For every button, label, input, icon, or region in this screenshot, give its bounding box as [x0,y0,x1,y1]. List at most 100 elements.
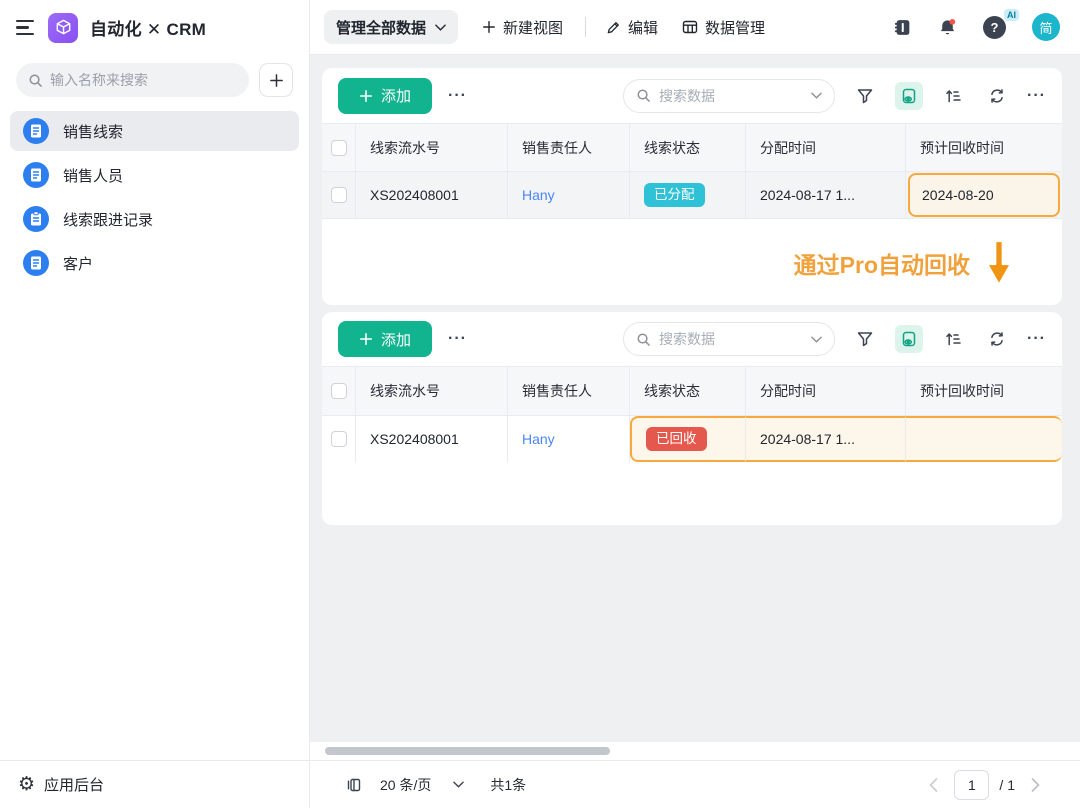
column-header[interactable]: 预计回收时间 [906,367,1062,415]
card-view-icon [901,331,917,347]
document-icon [23,250,49,276]
sidebar-item-customers[interactable]: 客户 [10,243,299,283]
column-header[interactable]: 线索流水号 [356,367,508,415]
row-checkbox[interactable] [331,431,347,447]
app-logo-icon [48,13,78,43]
table-search[interactable] [623,79,835,113]
more-toolbar-button[interactable]: ··· [1027,87,1046,105]
cell-serial[interactable]: XS202408001 [356,172,508,218]
highlighted-cell[interactable]: 2024-08-20 [908,173,1060,217]
column-header[interactable]: 分配时间 [746,367,906,415]
table-search-input[interactable] [659,331,803,347]
add-table-button[interactable] [259,63,293,97]
menu-icon[interactable] [16,20,36,35]
cell-assigned-time[interactable]: 2024-08-17 1... [746,172,906,218]
avatar[interactable]: 简 [1032,13,1060,41]
view-switcher-label: 管理全部数据 [336,17,426,38]
more-actions-button[interactable]: ··· [448,87,467,105]
filter-button[interactable] [851,325,879,353]
more-actions-button[interactable]: ··· [448,330,467,348]
cell-recycle-time[interactable] [906,416,1062,462]
sidebar-search[interactable] [16,63,249,97]
sort-button[interactable] [939,82,967,110]
add-record-button[interactable]: 添加 [338,78,432,114]
sidebar-item-label: 销售线索 [63,121,123,142]
main-area: 管理全部数据 新建视图 编辑 数据管理 [310,0,1080,808]
sidebar-search-input[interactable] [50,72,237,88]
column-header[interactable]: 线索状态 [630,124,746,171]
sidebar-nav: 销售线索 销售人员 线索跟进记录 客户 [0,111,309,287]
topbar: 管理全部数据 新建视图 编辑 数据管理 [310,0,1080,55]
help-icon[interactable]: ? AI [983,16,1006,39]
sidebar-item-lead-followups[interactable]: 线索跟进记录 [10,199,299,239]
app-title: 自动化 ✕ CRM [90,15,206,40]
column-header[interactable]: 分配时间 [746,124,906,171]
edit-button[interactable]: 编辑 [606,17,658,38]
chevron-left-icon [929,778,938,792]
app-backend-button[interactable]: ⚙ 应用后台 [0,760,309,808]
sidebar-header: 自动化 ✕ CRM [0,0,309,55]
search-icon [28,73,43,88]
refresh-button[interactable] [983,325,1011,353]
column-header[interactable]: 预计回收时间 [906,124,1062,171]
table-toolbar: 添加 ··· [322,68,1062,123]
annotation-area: 通过Pro自动回收 [322,218,1062,306]
new-view-button[interactable]: 新建视图 [482,17,563,38]
status-badge: 已分配 [644,183,705,207]
column-header[interactable]: 销售责任人 [508,124,630,171]
notification-bell-icon[interactable] [938,18,957,37]
column-header[interactable]: 线索状态 [630,367,746,415]
page-input[interactable] [954,770,989,800]
cell-status[interactable]: 已回收 [630,416,746,462]
table-grid-icon [682,19,698,35]
table-toolbar: 添加 ··· [322,312,1062,366]
gear-icon: ⚙ [18,775,35,794]
horizontal-scrollbar[interactable] [310,742,1080,760]
data-manage-button[interactable]: 数据管理 [682,17,765,38]
column-header[interactable]: 销售责任人 [508,367,630,415]
sidebar-item-sales-leads[interactable]: 销售线索 [10,111,299,151]
pencil-icon [606,20,621,35]
cell-serial[interactable]: XS202408001 [356,416,508,462]
table-row[interactable]: XS202408001 Hany 已分配 2024-08-17 1... 202… [322,171,1062,218]
notebook-panel-icon[interactable] [893,18,912,37]
funnel-icon [857,331,873,347]
more-toolbar-button[interactable]: ··· [1027,330,1046,348]
filter-button[interactable] [851,82,879,110]
divider [585,17,586,37]
prev-page-button[interactable] [929,778,938,792]
document-icon [23,118,49,144]
view-switcher[interactable]: 管理全部数据 [324,10,458,44]
annotation-text: 通过Pro自动回收 [794,246,970,280]
cell-assigned-time[interactable]: 2024-08-17 1... [746,416,906,462]
sidebar-item-sales-people[interactable]: 销售人员 [10,155,299,195]
column-header[interactable]: 线索流水号 [356,124,508,171]
topbar-right: ? AI 简 [893,13,1060,41]
table-search[interactable] [623,322,835,356]
cell-owner-link[interactable]: Hany [508,172,630,218]
next-page-button[interactable] [1031,778,1040,792]
row-checkbox[interactable] [331,187,347,203]
total-count: 共1条 [490,775,526,795]
scrollbar-thumb[interactable] [325,747,610,755]
refresh-button[interactable] [983,82,1011,110]
cell-owner-link[interactable]: Hany [508,416,630,462]
cell-status[interactable]: 已分配 [630,172,746,218]
sort-button[interactable] [939,325,967,353]
table-card-after: 添加 ··· [322,312,1062,525]
table-row[interactable]: XS202408001 Hany 已回收 2024-08-17 1... [322,415,1062,462]
total-pages: / 1 [999,777,1015,793]
refresh-icon [989,331,1005,347]
select-all-checkbox[interactable] [331,140,347,156]
view-toggle-button[interactable] [895,82,923,110]
cell-recycle-time[interactable]: 2024-08-20 [906,172,1062,218]
table-search-input[interactable] [659,88,803,104]
select-all-checkbox[interactable] [331,383,347,399]
chevron-down-icon[interactable] [811,336,822,343]
chevron-down-icon[interactable] [811,92,822,99]
add-record-button[interactable]: 添加 [338,321,432,357]
status-badge: 已回收 [646,427,707,451]
sidebar-item-label: 销售人员 [63,165,123,186]
view-toggle-button[interactable] [895,325,923,353]
page-size-select[interactable]: 20 条/页 [380,775,464,795]
